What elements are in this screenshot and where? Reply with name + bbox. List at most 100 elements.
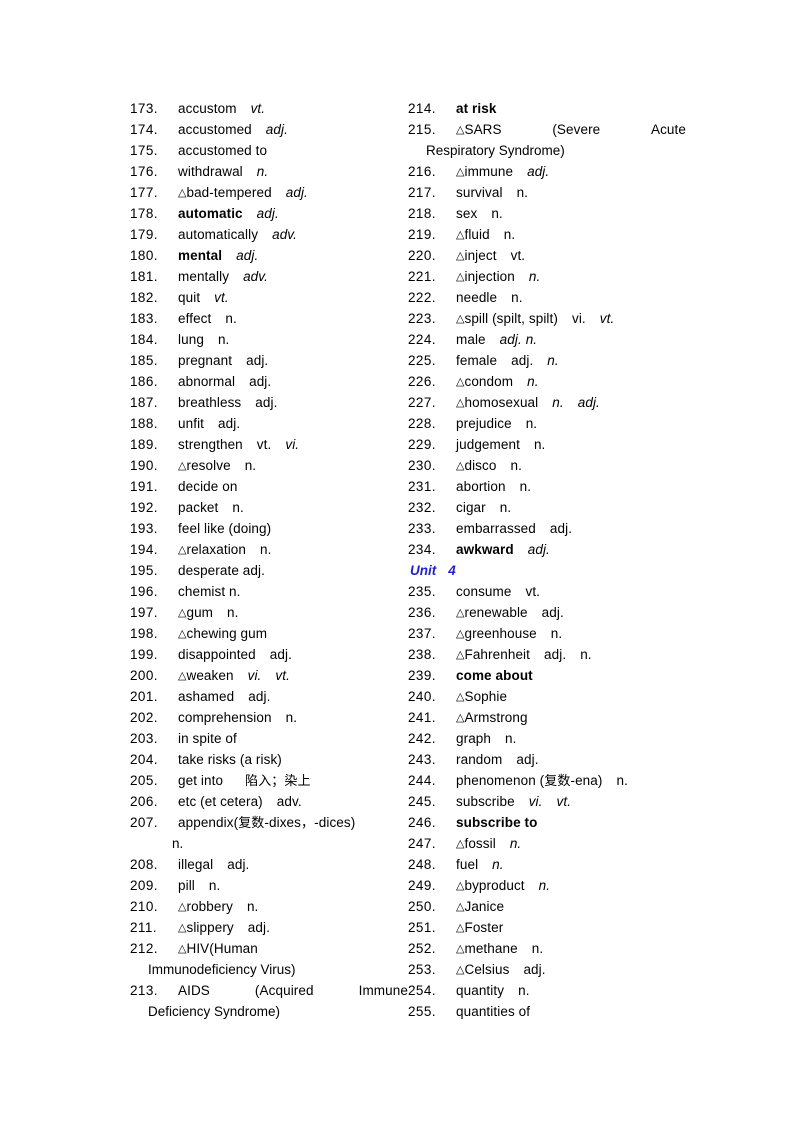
entry-term: female adj. n. (456, 350, 686, 371)
vocab-entry: 244. phenomenon (复数-ena) n. (408, 770, 686, 791)
triangle-marker: △ (456, 964, 465, 976)
entry-term-part: Acute (650, 122, 686, 137)
entry-term: feel like (doing) (178, 518, 408, 539)
entry-term: △resolve n. (178, 455, 408, 478)
entry-number: 182. (130, 290, 158, 305)
entry-word: appendix(复数-dixes，-dices) (178, 815, 356, 831)
vocab-entry: 245. subscribe vi. vt. (408, 791, 686, 812)
entry-term: △weaken vi. vt. (178, 665, 408, 688)
entry-number: 210. (130, 899, 158, 914)
entry-part-of-speech: n. (552, 395, 564, 410)
vocab-entry: 185. pregnant adj. (130, 350, 408, 371)
triangle-marker: △ (456, 376, 465, 388)
entry-term: △chewing gum (178, 623, 408, 646)
entry-word: embarrassed (456, 521, 536, 536)
entry-term: quit vt. (178, 287, 408, 308)
vocab-entry: 205. get into 陷入；染上 (130, 770, 408, 791)
entry-term: △HIV(Human (178, 938, 408, 961)
entry-number: 204. (130, 752, 158, 767)
entry-part-of-speech: n. (527, 374, 539, 389)
entry-number: 251. (408, 920, 436, 935)
entry-number: 214. (408, 101, 436, 116)
entry-part-of-speech: n. (225, 311, 237, 326)
entry-number: 224. (408, 332, 436, 347)
triangle-marker: △ (456, 124, 465, 136)
entry-word: take risks (a risk) (178, 752, 282, 767)
vocab-entry: 199. disappointed adj. (130, 644, 408, 665)
vocab-entry: 221. △injection n. (408, 266, 686, 287)
entry-number: 244. (408, 773, 436, 788)
entry-continuation-line: Respiratory Syndrome) (426, 143, 565, 158)
entry-number: 197. (130, 605, 158, 620)
vocab-entry: 176. withdrawal n. (130, 161, 408, 182)
unit-heading: Unit 4 (408, 560, 686, 581)
entry-term: automatically adv. (178, 224, 408, 245)
entry-word: homosexual (464, 395, 539, 410)
vocab-entry: 218. sex n. (408, 203, 686, 224)
entry-number: 223. (408, 311, 436, 326)
triangle-marker: △ (178, 922, 187, 934)
entry-term: decide on (178, 476, 408, 497)
vocab-entry: 191. decide on (130, 476, 408, 497)
entry-term: in spite of (178, 728, 408, 749)
entry-part-of-speech: adj. (255, 395, 278, 410)
entry-term: △fluid n. (456, 224, 686, 247)
vocab-entry: 186. abnormal adj. (130, 371, 408, 392)
entry-term: prejudice n. (456, 413, 686, 434)
entry-word: prejudice (456, 416, 512, 431)
vocab-entry: 175. accustomed to (130, 140, 408, 161)
entry-word: withdrawal (178, 164, 243, 179)
vocab-entry: 174. accustomed adj. (130, 119, 408, 140)
entry-term: △Armstrong (456, 707, 686, 730)
triangle-marker: △ (456, 607, 465, 619)
entry-part-of-speech-secondary: n. (547, 353, 559, 368)
triangle-marker: △ (178, 544, 187, 556)
entry-word: needle (456, 290, 498, 305)
entry-number: 198. (130, 626, 158, 641)
entry-number: 205. (130, 773, 158, 788)
entry-part-of-speech: n. (509, 836, 522, 851)
entry-part-of-speech-secondary: vt. (275, 668, 290, 683)
entry-word: accustomed to (178, 143, 268, 158)
entry-part-of-speech: n. (616, 773, 628, 788)
entry-term: accustom vt. (178, 98, 408, 119)
entry-term: △byproduct n. (456, 875, 686, 898)
entry-number: 177. (130, 185, 158, 200)
entry-part-of-speech: adj. (285, 185, 308, 200)
entry-number: 203. (130, 731, 158, 746)
entry-number: 217. (408, 185, 436, 200)
entry-part-of-speech: adj. (247, 920, 270, 935)
entry-number: 175. (130, 143, 158, 158)
entry-word: renewable (464, 605, 528, 620)
entry-term: quantity n. (456, 980, 686, 1001)
entry-part-of-speech-secondary: vt. (599, 311, 615, 326)
vocab-entry: 173. accustom vt. (130, 98, 408, 119)
entry-part-of-speech: n. (246, 899, 259, 914)
entry-word: feel like (doing) (178, 521, 272, 536)
entry-part-of-speech: vi. (247, 668, 262, 683)
left-column: 173. accustom vt. 174. accustomed adj. 175. acc… (130, 98, 408, 1022)
entry-part-of-speech: adj. (269, 647, 292, 662)
entry-part-of-speech: adj. (249, 374, 272, 389)
entry-term: strengthen vt. vi. (178, 434, 408, 455)
entry-part-of-speech: n. (503, 227, 516, 242)
triangle-marker: △ (456, 649, 465, 661)
entry-number: 250. (408, 899, 436, 914)
entry-term: etc (et cetera) adv. (178, 791, 408, 812)
entry-word: decide on (178, 479, 238, 494)
entry-term: judgement n. (456, 434, 686, 455)
entry-word: fossil (464, 836, 496, 851)
entry-term: male adj. n. (456, 329, 686, 350)
vocab-entry: 201. ashamed adj. (130, 686, 408, 707)
entry-part-of-speech: adj. (527, 542, 550, 557)
entry-word: Janice (464, 899, 505, 914)
entry-word: abortion (456, 479, 506, 494)
vocab-entry: 223. △spill (spilt, spilt) vi. vt. (408, 308, 686, 329)
entry-term: △fossil n. (456, 833, 686, 856)
entry-word: weaken (186, 668, 234, 683)
entry-term: random adj. (456, 749, 686, 770)
entry-term: unfit adj. (178, 413, 408, 434)
entry-word: strengthen (178, 437, 243, 452)
entry-term: accustomed to (178, 140, 408, 161)
entry-term: pregnant adj. (178, 350, 408, 371)
